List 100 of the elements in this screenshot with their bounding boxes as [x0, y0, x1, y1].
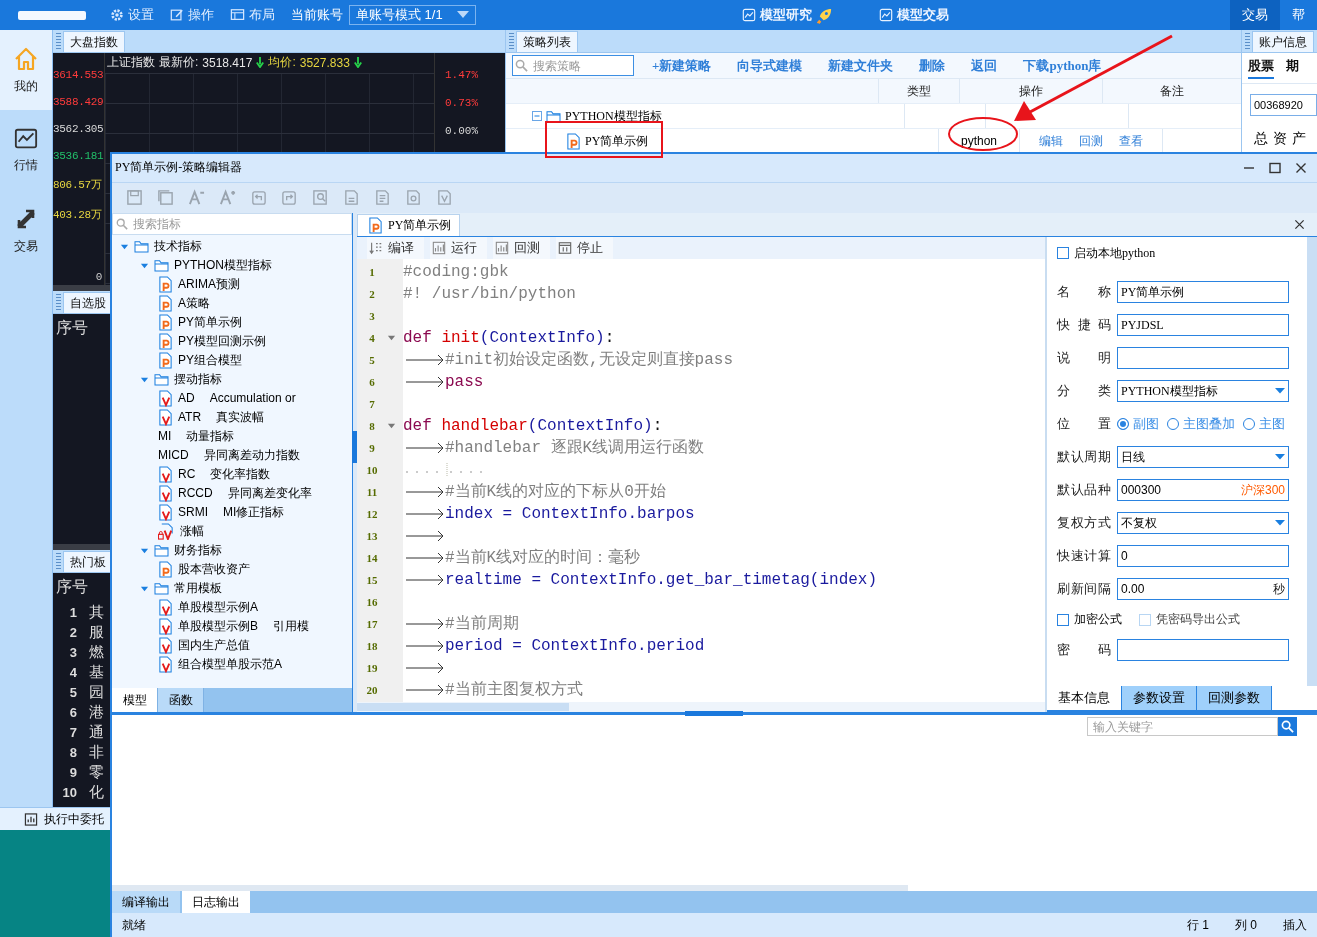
panel-tab[interactable]: 函数: [158, 688, 204, 713]
tree-item[interactable]: 单股模型示例A: [178, 598, 258, 616]
find-icon[interactable]: [312, 189, 329, 207]
format-icon[interactable]: [436, 189, 453, 207]
tree-item[interactable]: ATR: [178, 410, 202, 425]
search-input[interactable]: 搜索策略: [531, 57, 631, 74]
input-field[interactable]: PYJDSL: [1117, 314, 1289, 337]
radio-button[interactable]: [1243, 418, 1255, 431]
save-all-icon[interactable]: [157, 189, 174, 207]
tree-item[interactable]: SRMI: [178, 505, 208, 520]
close-icon[interactable]: [1295, 162, 1307, 174]
panel-tab[interactable]: 自选股: [63, 292, 113, 313]
toolbar-link[interactable]: 返回: [971, 56, 998, 75]
checkbox[interactable]: [1057, 613, 1069, 626]
sidebar-item[interactable]: 我的: [0, 30, 52, 110]
toolbar-button[interactable]: 回测: [493, 236, 550, 259]
sidebar-item[interactable]: 行情: [0, 110, 52, 190]
settings-icon[interactable]: [405, 189, 422, 207]
panel-tab[interactable]: 热门板: [63, 551, 113, 572]
dropdown[interactable]: PYTHON模型指标: [1117, 380, 1289, 403]
panel-tab[interactable]: 策略列表: [516, 31, 578, 52]
sidebar-item[interactable]: 交易: [0, 190, 52, 270]
radio-button[interactable]: [1167, 418, 1179, 431]
toolbar-button[interactable]: 停止: [556, 236, 613, 259]
tree-item[interactable]: 国内生产总值: [178, 636, 250, 654]
output-tab[interactable]: 日志输出: [182, 891, 250, 914]
input-field[interactable]: 0: [1117, 545, 1289, 568]
panel-tab[interactable]: 回测参数: [1197, 686, 1272, 711]
tree-item[interactable]: AD: [178, 391, 195, 406]
account-field[interactable]: 00368920: [1250, 94, 1317, 116]
input-field[interactable]: [1117, 347, 1289, 370]
tree-item[interactable]: 组合模型单股示范A: [178, 655, 282, 673]
tree-item[interactable]: MICD: [158, 448, 189, 463]
dropdown[interactable]: 不复权: [1117, 512, 1289, 535]
pending-orders-tab[interactable]: 执行中委托: [0, 807, 110, 830]
maximize-icon[interactable]: [1269, 162, 1281, 174]
tree-item[interactable]: 常用模板: [174, 579, 222, 597]
radio-button[interactable]: [1117, 418, 1129, 431]
module-tab[interactable]: 模型交易: [878, 6, 949, 24]
panel-tab[interactable]: 参数设置: [1122, 686, 1197, 711]
tree-item[interactable]: A策略: [178, 294, 210, 312]
tree-item[interactable]: PY简单示例: [178, 313, 242, 331]
fold-icon[interactable]: [387, 421, 396, 431]
save-icon[interactable]: [126, 189, 143, 207]
tree-item[interactable]: PYTHON模型指标: [174, 256, 272, 274]
export-icon[interactable]: [343, 189, 360, 207]
tree-item[interactable]: 股本营收资产: [178, 560, 250, 578]
search-field[interactable]: 搜索策略: [512, 55, 634, 76]
tree-item[interactable]: 单股模型示例B: [178, 617, 258, 635]
action-link[interactable]: 编辑: [1039, 132, 1063, 150]
file-tab[interactable]: PY简单示例: [357, 213, 461, 236]
search-button[interactable]: [1278, 717, 1297, 737]
panel-tab[interactable]: 大盘指数: [63, 31, 125, 52]
tree-item[interactable]: ARIMA预测: [178, 275, 240, 293]
checkbox[interactable]: [1057, 247, 1069, 260]
toolbar-link[interactable]: 下载python库: [1023, 56, 1102, 75]
tree-item[interactable]: PY简单示例: [585, 132, 649, 150]
tree-item[interactable]: RCCD: [178, 486, 213, 501]
input-field[interactable]: [1117, 639, 1289, 662]
import-icon[interactable]: [374, 189, 391, 207]
tree-item[interactable]: PYTHON模型指标: [565, 107, 662, 125]
toolbar-link[interactable]: 新建文件夹: [828, 56, 894, 75]
input-field[interactable]: PY简单示例: [1117, 281, 1289, 304]
close-icon[interactable]: [1294, 218, 1305, 230]
collapse-icon[interactable]: [532, 111, 542, 121]
output-tab[interactable]: 编译输出: [112, 891, 180, 914]
panel-tab[interactable]: 模型: [112, 688, 158, 713]
top-button[interactable]: 帮: [1280, 0, 1317, 30]
toolbar-link[interactable]: +新建策略: [652, 56, 712, 75]
menu-button[interactable]: 操作: [170, 6, 214, 24]
tree-item[interactable]: 技术指标: [154, 237, 202, 255]
toolbar-link[interactable]: 向导式建模: [737, 56, 803, 75]
toolbar-button[interactable]: 编译: [367, 236, 424, 259]
input-field[interactable]: 000300 沪深300: [1117, 479, 1289, 502]
module-tab[interactable]: 模型研究: [741, 6, 833, 24]
scrollbar-thumb[interactable]: [112, 885, 908, 892]
menu-button[interactable]: 设置: [110, 6, 154, 24]
asset-tab[interactable]: 股票: [1248, 57, 1274, 79]
action-link[interactable]: 查看: [1119, 132, 1143, 150]
input-field[interactable]: 0.00 秒: [1117, 578, 1289, 601]
scrollbar-thumb[interactable]: [357, 703, 569, 712]
collapse-handle[interactable]: [352, 430, 357, 463]
dropdown[interactable]: 日线: [1117, 446, 1289, 469]
resize-handle[interactable]: [685, 711, 743, 717]
tree-item[interactable]: PY模型回测示例: [178, 332, 266, 350]
asset-tab[interactable]: 期: [1286, 57, 1299, 79]
tree-item[interactable]: RC: [178, 467, 196, 482]
toolbar-button[interactable]: 运行: [430, 236, 487, 259]
undo-icon[interactable]: [250, 189, 267, 207]
tree-item[interactable]: MI: [158, 429, 172, 444]
search-input[interactable]: 搜索指标: [131, 215, 351, 232]
menu-button[interactable]: 布局: [230, 6, 275, 24]
top-button[interactable]: 交易: [1230, 0, 1280, 30]
tree-item[interactable]: 涨幅: [180, 522, 204, 540]
tree-item[interactable]: PY组合模型: [178, 351, 242, 369]
font-smaller-icon[interactable]: [188, 189, 205, 207]
toolbar-link[interactable]: 删除: [919, 56, 946, 75]
panel-tab[interactable]: 账户信息: [1252, 31, 1314, 52]
tree-item[interactable]: 财务指标: [174, 541, 222, 559]
account-mode-dropdown[interactable]: 单账号模式 1/1: [349, 5, 476, 25]
